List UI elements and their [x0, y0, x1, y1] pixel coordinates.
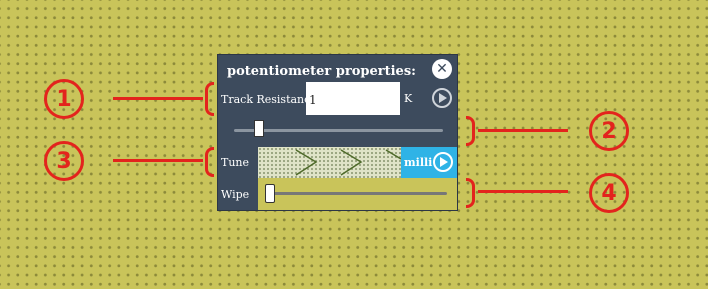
callout-1: 1 — [44, 79, 84, 119]
wipe-slider-track[interactable] — [270, 192, 447, 195]
track-resistance-row: Track Resistance K — [218, 82, 457, 115]
potentiometer-properties-panel: potentiometer properties: ✕ Track Resist… — [217, 54, 458, 211]
track-resistance-unit: K — [404, 92, 413, 105]
callout-2-line — [478, 129, 568, 132]
callout-4: 4 — [589, 173, 629, 213]
tune-unit-box: milli — [401, 147, 457, 178]
tune-chevrons — [295, 149, 401, 176]
callout-1-line — [113, 97, 203, 100]
callout-4-line — [478, 190, 568, 193]
resistance-slider-row — [218, 115, 457, 147]
callout-3-line — [113, 159, 203, 162]
tune-unit-label: milli — [404, 156, 433, 169]
track-resistance-apply-button[interactable] — [432, 88, 452, 108]
tune-label: Tune — [221, 156, 250, 169]
tune-dial-area[interactable] — [258, 147, 401, 178]
panel-title: potentiometer properties: — [227, 64, 416, 79]
tune-row: Tune milli — [218, 147, 457, 178]
wipe-slider-area — [258, 178, 457, 210]
track-resistance-input[interactable] — [306, 82, 400, 115]
wipe-slider-thumb[interactable] — [265, 184, 275, 203]
callout-4-bracket — [466, 178, 475, 208]
resistance-slider-track[interactable] — [234, 129, 443, 132]
track-resistance-label: Track Resistance — [221, 93, 317, 106]
tune-apply-button[interactable] — [433, 152, 453, 172]
wipe-label: Wipe — [221, 188, 250, 201]
close-button[interactable]: ✕ — [432, 59, 452, 79]
wipe-row: Wipe — [218, 178, 457, 210]
callout-3-bracket — [205, 147, 214, 177]
callout-2: 2 — [589, 111, 629, 151]
resistance-slider-thumb[interactable] — [253, 120, 264, 137]
callout-1-bracket — [205, 82, 214, 116]
close-icon: ✕ — [436, 61, 448, 77]
callout-3: 3 — [44, 141, 84, 181]
callout-2-bracket — [466, 116, 475, 146]
